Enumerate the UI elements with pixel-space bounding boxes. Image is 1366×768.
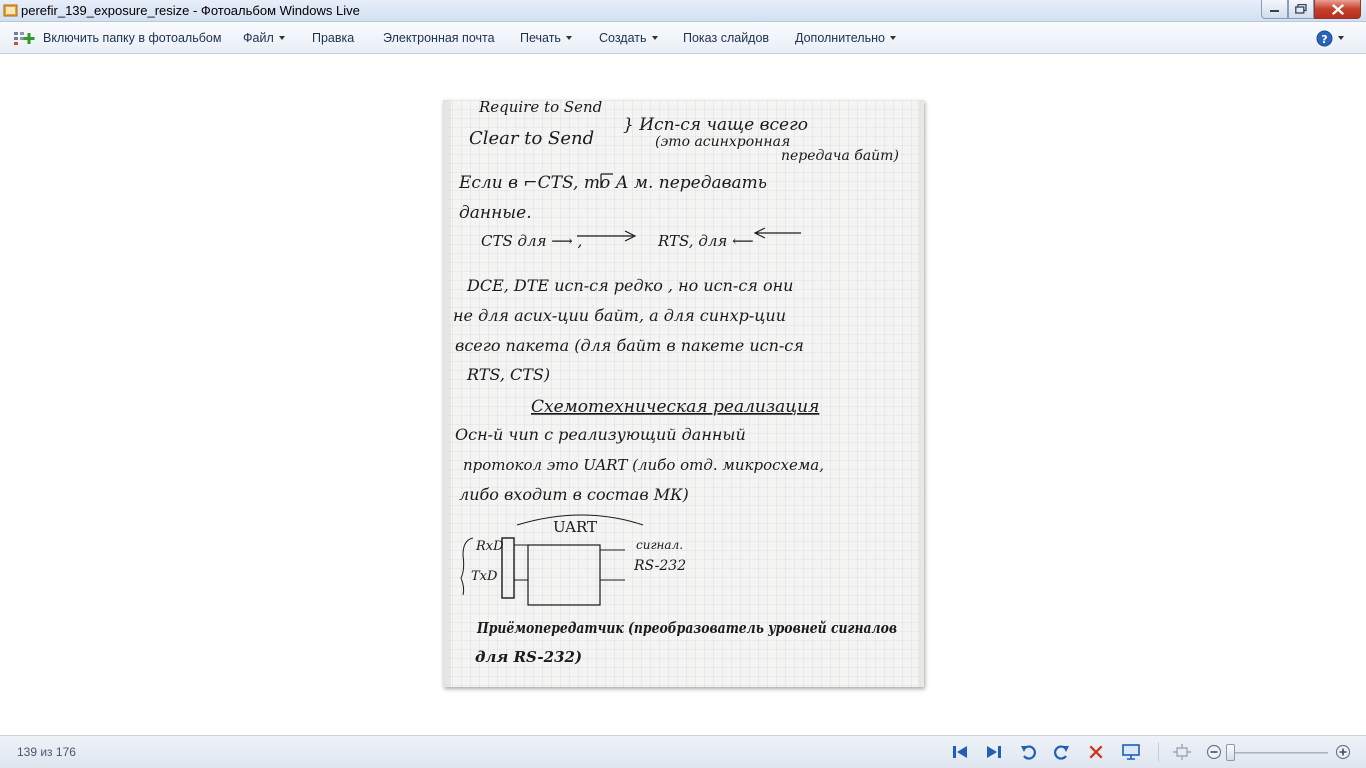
- help-icon: ?: [1316, 30, 1333, 46]
- line-not-for-async: не для асих-ции байт, а для синхр-ции: [453, 306, 786, 325]
- zoom-slider-track[interactable]: [1232, 752, 1328, 754]
- line-require-to-send: Require to Send: [478, 100, 602, 116]
- menu-file-label: Файл: [243, 31, 274, 45]
- include-folder-button[interactable]: Включить папку в фотоальбом: [43, 31, 221, 45]
- help-button[interactable]: ?: [1316, 29, 1346, 47]
- label-rs232: RS-232: [633, 558, 686, 574]
- menu-print-label: Печать: [520, 31, 561, 45]
- toolbar-divider: [1158, 742, 1159, 762]
- window-title: perefir_139_exposure_resize - Фотоальбом…: [21, 3, 360, 18]
- actual-size-button[interactable]: [1172, 743, 1192, 761]
- notebook-page: Require to Send Clear to Send } Исп-ся ч…: [443, 100, 924, 687]
- line-whole-packet: всего пакета (для байт в пакете исп-ся: [455, 336, 804, 355]
- zoom-slider-thumb[interactable]: [1226, 744, 1235, 761]
- line-cts-for: CTS для ⟶ ,: [481, 232, 582, 250]
- slideshow-icon: [1122, 744, 1140, 760]
- menu-more[interactable]: Дополнительно: [795, 31, 896, 45]
- line-clear-to-send: Clear to Send: [469, 128, 594, 149]
- handwritten-notes-photo: Require to Send Clear to Send } Исп-ся ч…: [443, 100, 924, 687]
- slideshow-button[interactable]: [1121, 743, 1141, 761]
- menu-file[interactable]: Файл: [243, 31, 285, 45]
- menu-slideshow[interactable]: Показ слайдов: [683, 31, 769, 45]
- line-rts-for: RTS, для ⟵: [657, 232, 754, 250]
- line-heading-circuit: Схемотехническая реализация: [531, 397, 819, 417]
- label-uart: UART: [553, 518, 597, 536]
- chevron-down-icon: [278, 36, 285, 40]
- rotate-left-icon: [1021, 745, 1036, 760]
- line-async: (это асинхронная: [655, 134, 790, 150]
- rotate-left-button[interactable]: [1018, 743, 1038, 761]
- zoom-out-icon: [1206, 744, 1222, 760]
- restore-icon: [1295, 4, 1307, 14]
- menu-edit[interactable]: Правка: [312, 31, 354, 45]
- line-main-chip: Осн-й чип с реализующий данный: [455, 425, 746, 444]
- line-dce-dte: DCE, DTE исп-ся редко , но исп-ся они: [466, 276, 793, 295]
- minimize-button[interactable]: [1261, 0, 1288, 19]
- chevron-down-icon: [889, 36, 896, 40]
- menu-print[interactable]: Печать: [520, 31, 572, 45]
- line-part-of-mcu: либо входит в состав МК): [459, 485, 689, 504]
- line-protocol-uart: протокол это UART (либо отд. микросхема,: [463, 456, 824, 474]
- line-byte-transfer: передача байт): [781, 148, 899, 164]
- fit-to-window-icon: [1173, 744, 1191, 760]
- zoom-in-icon: [1335, 744, 1351, 760]
- label-signal: сигнал.: [636, 538, 683, 552]
- menu-email[interactable]: Электронная почта: [383, 31, 495, 45]
- line-rts-cts: RTS, CTS): [466, 365, 550, 384]
- chevron-down-icon: [1338, 36, 1344, 40]
- line-most-used: } Исп-ся чаще всего: [623, 115, 808, 135]
- menu-create-label: Создать: [599, 31, 647, 45]
- previous-button[interactable]: [950, 743, 970, 761]
- menu-create[interactable]: Создать: [599, 31, 658, 45]
- line-data: данные.: [459, 203, 532, 223]
- add-folder-icon: [14, 32, 35, 45]
- skip-previous-icon: [953, 746, 967, 758]
- photo-counter: 139 из 176: [17, 745, 76, 759]
- line-for-rs232: для RS-232): [475, 648, 582, 666]
- line-if-cts: Если в ⌐CTS, то А м. передавать: [458, 173, 767, 193]
- line-transceiver: Приёмопередатчик (преобразователь уровне…: [476, 619, 897, 637]
- skip-next-icon: [987, 746, 1001, 758]
- status-bar: 139 из 176: [0, 735, 1366, 768]
- close-icon: [1331, 3, 1344, 15]
- svg-text:?: ?: [1321, 33, 1327, 46]
- next-button[interactable]: [984, 743, 1004, 761]
- close-button[interactable]: [1314, 0, 1361, 19]
- chevron-down-icon: [565, 36, 572, 40]
- photo-gallery-app-icon: [3, 4, 18, 17]
- menu-bar: Включить папку в фотоальбом Файл Правка …: [0, 22, 1366, 54]
- maximize-button[interactable]: [1288, 0, 1314, 19]
- rotate-right-button[interactable]: [1052, 743, 1072, 761]
- label-txd: TxD: [471, 569, 498, 584]
- zoom-out-button[interactable]: [1204, 743, 1224, 761]
- menu-more-label: Дополнительно: [795, 31, 885, 45]
- chevron-down-icon: [651, 36, 658, 40]
- rotate-right-icon: [1054, 745, 1069, 760]
- title-bar: perefir_139_exposure_resize - Фотоальбом…: [0, 0, 1366, 22]
- label-rxd: RxD: [475, 539, 504, 554]
- delete-button[interactable]: [1086, 743, 1106, 761]
- minimize-icon: [1270, 10, 1279, 12]
- delete-icon: [1089, 745, 1103, 759]
- zoom-in-button[interactable]: [1333, 743, 1353, 761]
